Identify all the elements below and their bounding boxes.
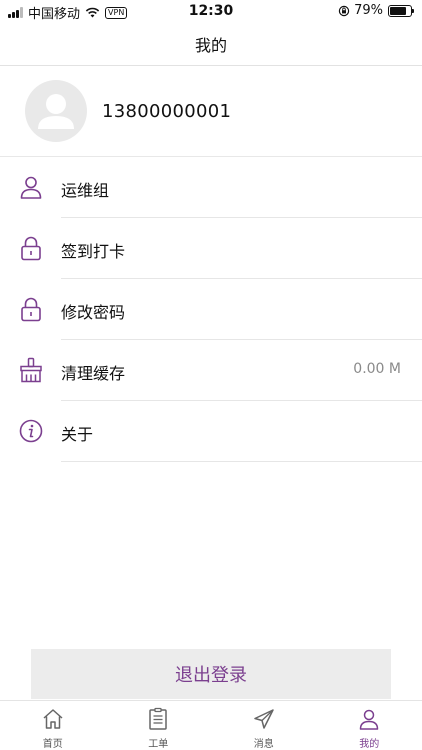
menu-item-label: 签到打卡 bbox=[61, 242, 126, 261]
menu-item-clear-cache[interactable]: 清理缓存 0.00 M bbox=[0, 340, 422, 401]
rotation-lock-icon bbox=[338, 5, 350, 16]
person-icon bbox=[18, 174, 44, 200]
tab-label: 首页 bbox=[42, 739, 63, 750]
tab-bar: 首页 工单 消息 我的 bbox=[0, 700, 422, 750]
tab-label: 我的 bbox=[359, 739, 380, 750]
person-icon bbox=[360, 709, 379, 730]
status-bar: 中国移动 VPN 12:30 79% bbox=[0, 0, 422, 22]
menu-item-change-password[interactable]: 修改密码 bbox=[0, 279, 422, 340]
menu-item-label: 关于 bbox=[61, 425, 94, 444]
home-icon bbox=[43, 709, 63, 729]
tab-label: 消息 bbox=[253, 739, 274, 750]
tab-mine[interactable]: 我的 bbox=[317, 701, 422, 750]
nav-bar: 我的 bbox=[0, 22, 422, 66]
status-right: 79% bbox=[338, 3, 414, 18]
lock-icon bbox=[18, 296, 44, 322]
info-icon bbox=[18, 418, 44, 444]
avatar[interactable] bbox=[25, 80, 87, 142]
broom-icon bbox=[18, 357, 44, 383]
logout-button[interactable]: 退出登录 bbox=[31, 649, 391, 699]
settings-menu: 运维组 签到打卡 修改密码 清理缓存 0.00 M 关于 bbox=[0, 157, 422, 462]
menu-item-label: 运维组 bbox=[61, 181, 110, 200]
divider bbox=[61, 461, 422, 462]
menu-item-check-in[interactable]: 签到打卡 bbox=[0, 218, 422, 279]
default-avatar-icon bbox=[38, 94, 74, 129]
clipboard-icon bbox=[149, 707, 167, 730]
cache-size: 0.00 M bbox=[353, 361, 401, 377]
user-phone-number: 13800000001 bbox=[102, 101, 232, 122]
page-title: 我的 bbox=[194, 35, 227, 55]
battery-icon bbox=[388, 4, 414, 17]
send-icon bbox=[254, 709, 274, 729]
menu-item-label: 清理缓存 bbox=[61, 364, 126, 383]
battery-percent: 79% bbox=[354, 3, 383, 18]
profile-header[interactable]: 13800000001 bbox=[0, 67, 422, 157]
menu-item-label: 修改密码 bbox=[61, 303, 126, 322]
tab-messages[interactable]: 消息 bbox=[211, 701, 317, 750]
tab-work-orders[interactable]: 工单 bbox=[106, 701, 212, 750]
menu-item-team[interactable]: 运维组 bbox=[0, 157, 422, 218]
menu-item-about[interactable]: 关于 bbox=[0, 401, 422, 462]
tab-label: 工单 bbox=[148, 739, 169, 750]
tab-home[interactable]: 首页 bbox=[0, 701, 106, 750]
lock-icon bbox=[18, 235, 44, 261]
